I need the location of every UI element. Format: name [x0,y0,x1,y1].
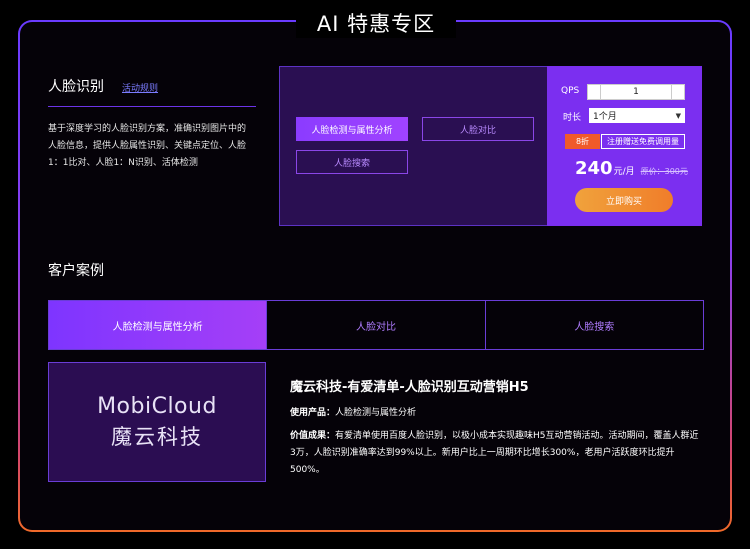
product-options-panel: 人脸检测与属性分析 人脸对比 人脸搜索 [279,66,548,226]
duration-select[interactable]: 1个月 ▼ [589,108,685,123]
product-intro: 人脸识别 活动规则 基于深度学习的人脸识别方案，准确识别图片中的人脸信息，提供人… [48,76,256,172]
option-face-compare-button[interactable]: 人脸对比 [422,117,534,141]
product-description: 基于深度学习的人脸识别方案，准确识别图片中的人脸信息，提供人脸属性识别、关键点定… [48,124,247,168]
price-unit: 元/月 [613,167,635,177]
case-logo: MobiCloud 魔云科技 [48,362,266,482]
section-title: AI 特惠专区 [316,12,436,36]
case-value-line: 价值成果：有爱清单使用百度人脸识别，以极小成本实现趣味H5互动营销活动。活动期间… [290,428,704,479]
option-face-search-button[interactable]: 人脸搜索 [296,150,408,174]
tab-face-search[interactable]: 人脸搜索 [484,301,703,349]
buy-now-button[interactable]: 立即购买 [575,188,673,212]
case-tabs: 人脸检测与属性分析 人脸对比 人脸搜索 [48,300,704,350]
price-value: 240 [575,158,613,179]
case-value-label: 价值成果： [290,431,336,441]
qps-decrement-button[interactable] [587,84,601,100]
pricing-panel: QPS 1 时长 1个月 ▼ 8折 注册赠送免费调用量 240 元/月 原价：3… [547,66,702,226]
chevron-down-icon: ▼ [675,111,681,120]
option-face-detection-button[interactable]: 人脸检测与属性分析 [296,117,408,141]
original-price: 原价：300元 [640,167,688,176]
case-product-label: 使用产品： [290,408,336,418]
duration-value: 1个月 [593,112,617,122]
tab-face-detection[interactable]: 人脸检测与属性分析 [49,301,267,349]
price-line: 240 元/月 原价：300元 [575,158,688,179]
tab-face-compare[interactable]: 人脸对比 [266,301,484,349]
case-detail: 魔云科技-有爱清单-人脸识别互动营销H5 使用产品：人脸检测与属性分析 价值成果… [290,376,704,479]
product-title: 人脸识别 [48,79,104,95]
duration-label: 时长 [563,113,582,123]
case-product-line: 使用产品：人脸检测与属性分析 [290,405,704,422]
case-value-text: 有爱清单使用百度人脸识别，以极小成本实现趣味H5互动营销活动。活动期间，覆盖人群… [290,431,699,475]
section-title-wrap: AI 特惠专区 [296,8,456,38]
qps-label: QPS [561,86,580,96]
activity-rules-link[interactable]: 活动规则 [122,81,158,94]
case-title: 魔云科技-有爱清单-人脸识别互动营销H5 [290,380,529,395]
qps-value[interactable]: 1 [601,84,671,100]
qps-increment-button[interactable] [671,84,685,100]
qps-stepper[interactable]: 1 [587,84,685,100]
product-intro-head: 人脸识别 活动规则 [48,76,256,107]
cases-title: 客户案例 [48,263,104,279]
discount-badge: 8折 [565,134,600,149]
logo-chinese: 魔云科技 [111,424,203,449]
logo-english: MobiCloud [97,393,217,419]
promo-text: 注册赠送免费调用量 [601,134,685,149]
case-product-value: 人脸检测与属性分析 [335,408,417,418]
